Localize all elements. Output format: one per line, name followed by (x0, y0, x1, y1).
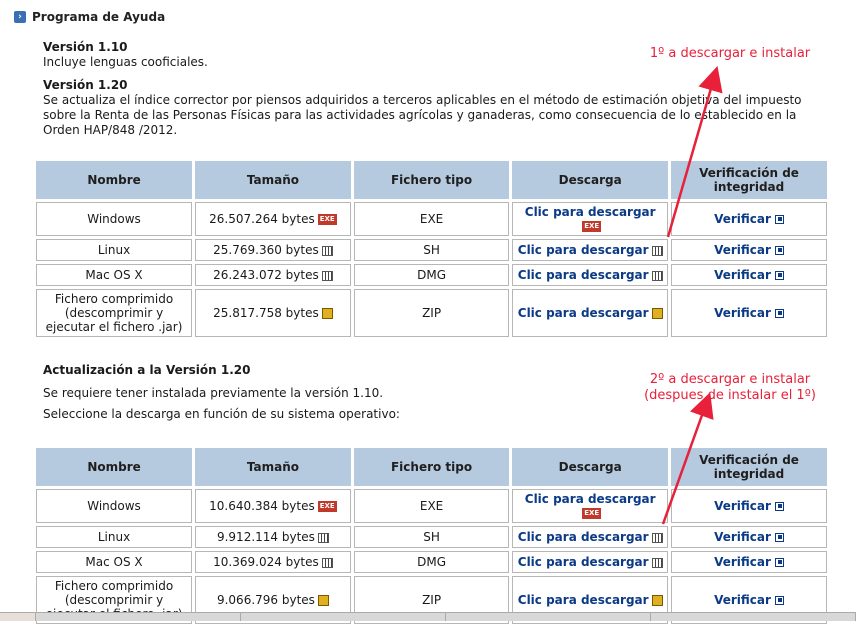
taskbar-item[interactable] (241, 613, 446, 621)
annotation-arrows (661, 65, 723, 525)
annotation-first: 1º a descargar e instalar (649, 46, 811, 61)
arrow-1 (666, 65, 723, 238)
taskbar-item[interactable] (0, 613, 36, 621)
taskbar-item[interactable] (36, 613, 241, 621)
taskbar (0, 612, 856, 621)
annotation-second-line1: 2º a descargar e instalar (649, 372, 811, 387)
annotation-second-line2: (despues de instalar el 1º) (644, 388, 816, 403)
annotation-second: 2º a descargar e instalar (despues de in… (630, 372, 830, 404)
arrow-2 (661, 392, 714, 525)
taskbar-item[interactable] (446, 613, 651, 621)
taskbar-item[interactable] (651, 613, 856, 621)
